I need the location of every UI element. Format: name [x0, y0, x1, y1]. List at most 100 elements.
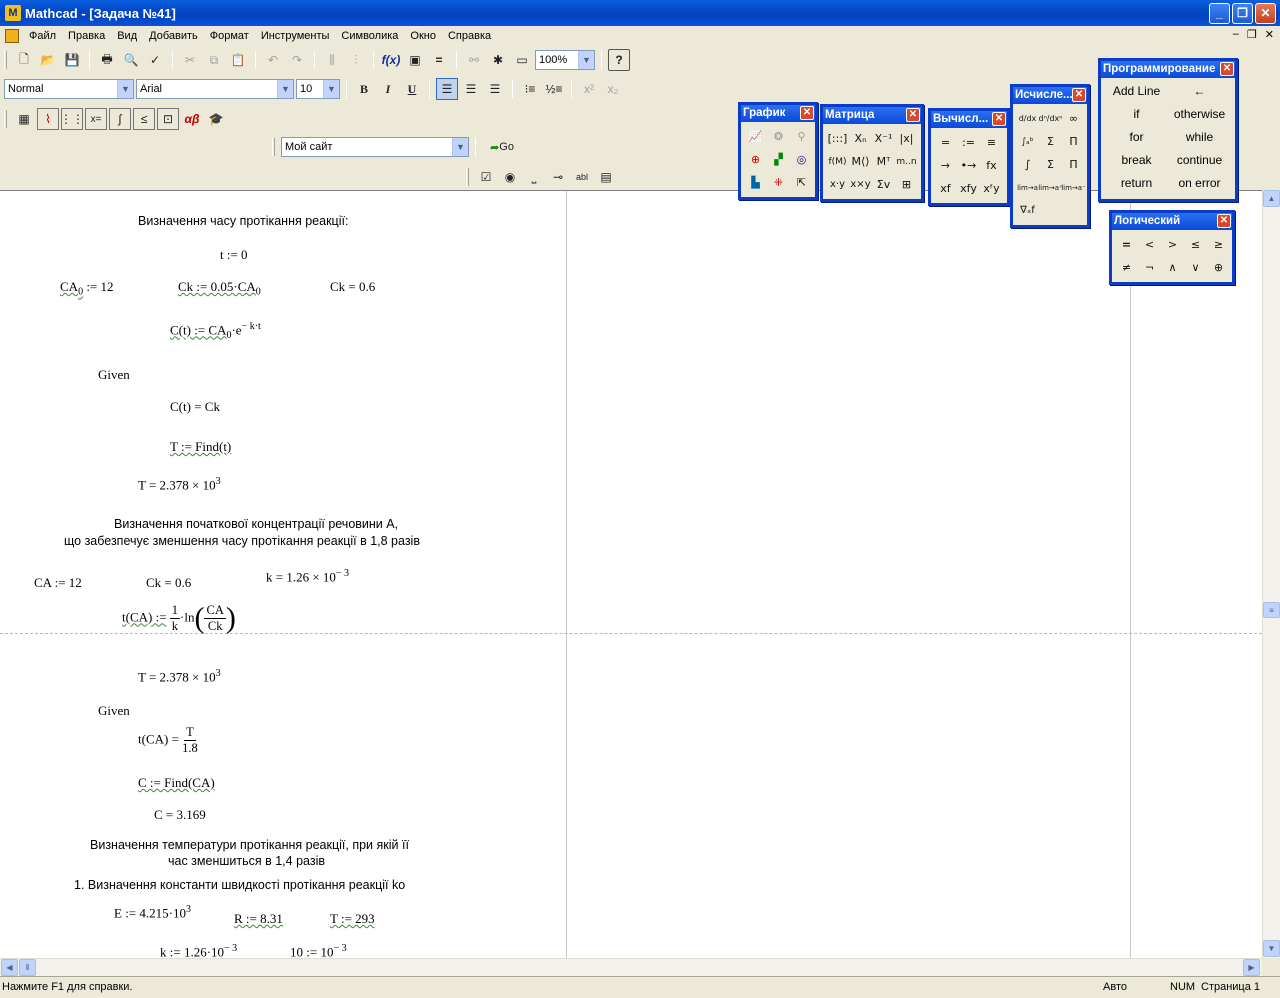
determinant-button[interactable]: |x|	[896, 128, 917, 149]
programming-toolbar-icon[interactable]: ⊡	[157, 108, 179, 130]
symbolic-keyword-button[interactable]: •→	[958, 155, 979, 176]
checkbox-control-icon[interactable]: ☑	[475, 166, 497, 188]
textbox-control-icon[interactable]: abl	[571, 166, 593, 188]
calculus-toolbar-icon[interactable]: ∫	[109, 108, 131, 130]
r-definition[interactable]: R := 8.31	[234, 911, 283, 927]
summation-button[interactable]: Σ	[1040, 131, 1061, 152]
if-button[interactable]: if	[1105, 103, 1168, 126]
polar-plot-2-icon[interactable]: ⊕	[745, 149, 766, 170]
scroll-up-icon[interactable]: ▲	[1263, 190, 1280, 207]
greek-toolbar-icon[interactable]: αβ	[181, 108, 203, 130]
close-icon[interactable]: ✕	[992, 112, 1006, 126]
definite-integral-button[interactable]: ∫ₐᵇ	[1017, 131, 1038, 152]
align-down-icon[interactable]: ⫶	[345, 49, 367, 71]
hscroll-thumb[interactable]: ⦀	[19, 959, 36, 976]
treefix-operator-button[interactable]: xᶠy	[981, 178, 1002, 199]
greater-than-button[interactable]: >	[1162, 234, 1183, 255]
undo-icon[interactable]: ↶	[262, 49, 284, 71]
boolean-toolbar-icon[interactable]: ≤	[133, 108, 155, 130]
subscript-button[interactable]: Xₙ	[850, 128, 871, 149]
doc-close-icon[interactable]: ✕	[1265, 28, 1274, 41]
insert-matrix-button[interactable]: [:::]	[827, 128, 848, 149]
find-t[interactable]: T := Find(t)	[170, 439, 231, 455]
scroll-left-icon[interactable]: ◀	[1, 959, 18, 976]
indefinite-integral-button[interactable]: ∫	[1017, 154, 1038, 175]
constraint-equation[interactable]: C(t) = Ck	[170, 399, 220, 415]
cut-icon[interactable]: ✂	[179, 49, 201, 71]
graph-toolbar-icon[interactable]: ⌇	[37, 108, 59, 130]
t-of-ca-definition[interactable]: t(CA) := 1 k ·ln(CA Ck)	[122, 603, 236, 634]
palette-title[interactable]: Программирование ✕	[1101, 61, 1235, 78]
k-evaluation[interactable]: k = 1.26 × 10− 3	[266, 568, 349, 585]
local-assign-button[interactable]: ←	[1168, 80, 1231, 103]
bold-icon[interactable]: B	[353, 78, 375, 100]
worksheet[interactable]: Визначення часу протікання реакції: t :=…	[0, 190, 1262, 958]
save-icon[interactable]: 💾	[61, 49, 83, 71]
transpose-button[interactable]: Mᵀ	[873, 151, 894, 172]
t-result[interactable]: T = 2.378 × 103	[138, 476, 221, 493]
xor-button[interactable]: ⊕	[1208, 257, 1229, 278]
right-limit-button[interactable]: lim→a⁺	[1038, 177, 1063, 198]
prefix-operator-button[interactable]: fx	[981, 155, 1002, 176]
product-button[interactable]: Π	[1063, 131, 1084, 152]
t-result-2[interactable]: T = 2.378 × 103	[138, 668, 221, 685]
scroll-thumb[interactable]: ≡	[1263, 602, 1280, 618]
not-button[interactable]: ¬	[1139, 257, 1160, 278]
align-right-icon[interactable]: ☰	[484, 78, 506, 100]
resource-center-icon[interactable]: ▭	[511, 49, 533, 71]
insert-unit-icon[interactable]: ▣	[404, 49, 426, 71]
menu-file[interactable]: Файл	[23, 30, 62, 42]
3d-bar-icon[interactable]: ▙	[745, 172, 766, 193]
ca0-definition[interactable]: CA0 := 12	[60, 279, 114, 298]
menu-edit[interactable]: Правка	[62, 30, 111, 42]
symbolic-toolbar-icon[interactable]: 🎓	[205, 108, 227, 130]
help-icon[interactable]: ?	[608, 49, 630, 71]
insert-function-icon[interactable]: f(x)	[380, 49, 402, 71]
global-define-button[interactable]: ≡	[981, 132, 1002, 153]
menu-symbolics[interactable]: Символика	[335, 30, 404, 42]
infinity-button[interactable]: ∞	[1063, 108, 1084, 129]
k-definition-cut[interactable]: k := 1.26·10− 3	[160, 943, 237, 958]
new-icon[interactable]: 🗋	[13, 49, 35, 71]
gradient-button[interactable]: ∇ₓf	[1017, 200, 1038, 221]
e-definition[interactable]: E := 4.215·103	[114, 904, 191, 921]
polar-plot-icon[interactable]: ❂	[768, 126, 789, 147]
align-left-icon[interactable]: ☰	[436, 78, 458, 100]
vertical-scrollbar[interactable]: ▲ ≡ ▼	[1262, 190, 1280, 958]
close-icon[interactable]: ✕	[906, 108, 920, 122]
minimize-button[interactable]: _	[1209, 3, 1230, 24]
heading-temperature-2[interactable]: час зменшиться в 1,4 разів	[168, 854, 325, 868]
button-control-icon[interactable]: ⎵	[523, 166, 545, 188]
spellcheck-icon[interactable]: ✓	[144, 49, 166, 71]
scroll-right-icon[interactable]: ▶	[1243, 959, 1260, 976]
print-preview-icon[interactable]: 🔍	[120, 49, 142, 71]
palette-title[interactable]: Вычисл... ✕	[931, 111, 1007, 128]
slider-control-icon[interactable]: ⊸	[547, 166, 569, 188]
return-button[interactable]: return	[1105, 172, 1168, 195]
zoom-icon[interactable]: ⚲	[791, 126, 812, 147]
menu-window[interactable]: Окно	[404, 30, 442, 42]
heading-rate-constant[interactable]: 1. Визначення константи швидкості протік…	[74, 878, 405, 892]
open-icon[interactable]: 📂	[37, 49, 59, 71]
superscript-icon[interactable]: x²	[578, 78, 600, 100]
doc-minimize-icon[interactable]: –	[1233, 28, 1239, 41]
menu-tools[interactable]: Инструменты	[255, 30, 336, 42]
copy-icon[interactable]: ⧉	[203, 49, 225, 71]
component-wizard-icon[interactable]: ✱	[487, 49, 509, 71]
url-select[interactable]: Мой сайт ▼	[281, 137, 469, 157]
t-293-definition[interactable]: T := 293	[330, 911, 375, 927]
ca-definition[interactable]: CA := 12	[34, 575, 82, 591]
on-error-button[interactable]: on error	[1168, 172, 1231, 195]
less-equal-button[interactable]: ≤	[1185, 234, 1206, 255]
limit-button[interactable]: lim→a	[1017, 177, 1038, 198]
or-button[interactable]: ∨	[1185, 257, 1206, 278]
ko-definition-cut[interactable]: 10 := 10− 3	[290, 943, 347, 958]
equal-button[interactable]: =	[1116, 234, 1137, 255]
vector-sum-button[interactable]: Σv	[873, 174, 894, 195]
evaluate-button[interactable]: =	[935, 132, 956, 153]
matrix-toolbar-icon[interactable]: ⋮⋮	[60, 108, 84, 130]
zoom-select[interactable]: 100% ▼	[535, 50, 595, 70]
insert-hyperlink-icon[interactable]: ⚯	[463, 49, 485, 71]
inverse-button[interactable]: X⁻¹	[873, 128, 894, 149]
vector-field-icon[interactable]: ⇱	[791, 172, 812, 193]
